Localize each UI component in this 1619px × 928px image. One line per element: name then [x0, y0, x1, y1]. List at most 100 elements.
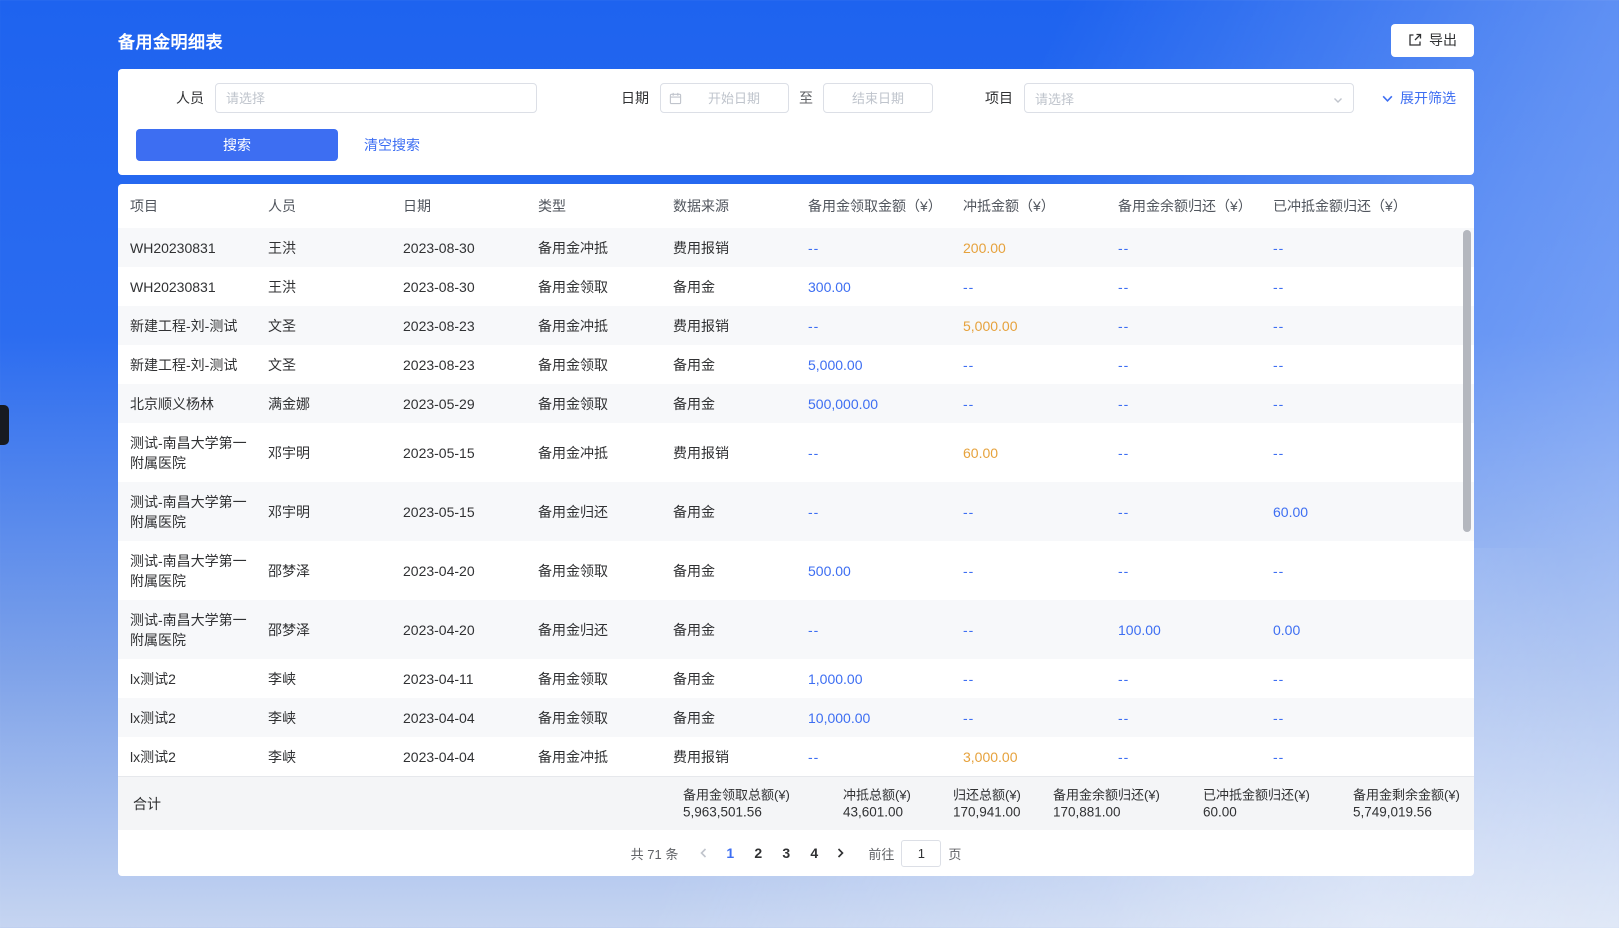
- cell-date: 2023-08-23: [391, 345, 526, 384]
- cell-person: 李峡: [256, 659, 391, 698]
- page-number-2[interactable]: 2: [744, 839, 772, 867]
- cell-balance-return: --: [1106, 659, 1261, 698]
- table-row[interactable]: lx测试2李峡2023-04-04备用金冲抵费用报销--3,000.00----: [118, 737, 1474, 776]
- cell-balance-return: --: [1106, 345, 1261, 384]
- goto-page-suffix: 页: [948, 844, 961, 863]
- cell-type: 备用金领取: [526, 345, 661, 384]
- cell-balance-return: --: [1106, 551, 1261, 590]
- expand-filters-link[interactable]: 展开筛选: [1381, 88, 1456, 108]
- cell-date: 2023-04-04: [391, 737, 526, 776]
- start-date-input[interactable]: [688, 91, 780, 106]
- cell-offset-return: --: [1261, 228, 1474, 267]
- column-header: 数据来源: [661, 196, 796, 216]
- cell-offset-return: --: [1261, 433, 1474, 472]
- cell-date: 2023-04-20: [391, 551, 526, 590]
- table-row[interactable]: WH20230831王洪2023-08-30备用金领取备用金300.00----…: [118, 267, 1474, 306]
- table-row[interactable]: 测试-南昌大学第一附属医院邓宇明2023-05-15备用金归还备用金------…: [118, 482, 1474, 541]
- page-title: 备用金明细表: [118, 28, 223, 53]
- cell-offset-return: --: [1261, 306, 1474, 345]
- cell-balance-return: --: [1106, 698, 1261, 737]
- cell-offset: --: [951, 267, 1106, 306]
- goto-label: 前往: [868, 844, 894, 863]
- table-row[interactable]: lx测试2李峡2023-04-11备用金领取备用金1,000.00------: [118, 659, 1474, 698]
- cell-offset-return: --: [1261, 698, 1474, 737]
- column-header: 备用金余额归还（¥）: [1106, 196, 1261, 216]
- project-filter-group: 项目 请选择: [985, 83, 1354, 113]
- summary-item-value: 60.00: [1203, 803, 1310, 821]
- end-date-picker[interactable]: [823, 83, 933, 113]
- cell-project: WH20230831: [118, 228, 256, 267]
- page-number-3[interactable]: 3: [772, 839, 800, 867]
- export-label: 导出: [1429, 30, 1457, 50]
- cell-type: 备用金领取: [526, 659, 661, 698]
- table-row[interactable]: lx测试2李峡2023-04-04备用金领取备用金10,000.00------: [118, 698, 1474, 737]
- date-filter-group: 日期 至: [621, 83, 933, 113]
- cell-person: 王洪: [256, 228, 391, 267]
- data-table-card: 项目人员日期类型数据来源备用金领取金额（¥）冲抵金额（¥）备用金余额归还（¥）已…: [118, 184, 1474, 876]
- table-row[interactable]: 测试-南昌大学第一附属医院邓宇明2023-05-15备用金冲抵费用报销--60.…: [118, 423, 1474, 482]
- person-select-input[interactable]: [215, 83, 537, 113]
- table-row[interactable]: 新建工程-刘-测试文圣2023-08-23备用金冲抵费用报销--5,000.00…: [118, 306, 1474, 345]
- cell-date: 2023-05-15: [391, 492, 526, 531]
- table-row[interactable]: 新建工程-刘-测试文圣2023-08-23备用金领取备用金5,000.00---…: [118, 345, 1474, 384]
- summary-item-label: 归还总额(¥): [953, 786, 1021, 803]
- table-row[interactable]: 北京顺义杨林满金娜2023-05-29备用金领取备用金500,000.00---…: [118, 384, 1474, 423]
- cell-offset: 200.00: [951, 228, 1106, 267]
- cell-date: 2023-04-04: [391, 698, 526, 737]
- cell-date: 2023-04-11: [391, 659, 526, 698]
- table-row[interactable]: WH20230831王洪2023-08-30备用金冲抵费用报销--200.00-…: [118, 228, 1474, 267]
- cell-person: 王洪: [256, 267, 391, 306]
- cell-person: 李峡: [256, 698, 391, 737]
- cell-receive: --: [796, 228, 951, 267]
- cell-receive: 10,000.00: [796, 698, 951, 737]
- cell-person: 邓宇明: [256, 433, 391, 472]
- cell-offset: --: [951, 698, 1106, 737]
- chevron-down-icon: [1332, 93, 1344, 111]
- goto-page-input[interactable]: [901, 840, 941, 867]
- summary-item-label: 备用金余额归还(¥): [1053, 786, 1160, 803]
- cell-source: 费用报销: [661, 737, 796, 776]
- previous-page-button[interactable]: [692, 839, 716, 867]
- column-header: 项目: [118, 196, 256, 216]
- cell-project: 北京顺义杨林: [118, 384, 256, 423]
- cell-date: 2023-05-29: [391, 384, 526, 423]
- start-date-picker[interactable]: [660, 83, 789, 113]
- cell-receive: 500.00: [796, 551, 951, 590]
- column-header: 日期: [391, 196, 526, 216]
- cell-balance-return: --: [1106, 384, 1261, 423]
- cell-source: 费用报销: [661, 228, 796, 267]
- side-drawer-handle[interactable]: [0, 405, 9, 445]
- search-button[interactable]: 搜索: [136, 129, 338, 161]
- cell-type: 备用金冲抵: [526, 737, 661, 776]
- cell-source: 备用金: [661, 345, 796, 384]
- column-header: 备用金领取金额（¥）: [796, 196, 951, 216]
- cell-receive: --: [796, 306, 951, 345]
- page-number-4[interactable]: 4: [800, 839, 828, 867]
- column-header: 类型: [526, 196, 661, 216]
- summary-item-value: 170,881.00: [1053, 803, 1160, 821]
- table-scrollbar-thumb[interactable]: [1463, 230, 1471, 532]
- summary-item-value: 5,749,019.56: [1353, 803, 1460, 821]
- clear-search-link[interactable]: 清空搜索: [364, 135, 420, 155]
- table-row[interactable]: 测试-南昌大学第一附属医院邵梦泽2023-04-20备用金领取备用金500.00…: [118, 541, 1474, 600]
- cell-offset: --: [951, 345, 1106, 384]
- column-header: 冲抵金额（¥）: [951, 196, 1106, 216]
- cell-receive: 500,000.00: [796, 384, 951, 423]
- project-select[interactable]: 请选择: [1024, 83, 1354, 113]
- cell-balance-return: 100.00: [1106, 610, 1261, 649]
- summary-item-label: 已冲抵金额归还(¥): [1203, 786, 1310, 803]
- page-number-1[interactable]: 1: [716, 839, 744, 867]
- table-row[interactable]: 测试-南昌大学第一附属医院邵梦泽2023-04-20备用金归还备用金----10…: [118, 600, 1474, 659]
- summary-item-value: 170,941.00: [953, 803, 1021, 821]
- date-range-separator: 至: [799, 88, 813, 108]
- end-date-input[interactable]: [832, 91, 924, 106]
- cell-receive: 300.00: [796, 267, 951, 306]
- goto-page-group: 前往 页: [868, 840, 961, 867]
- cell-project: 测试-南昌大学第一附属医院: [118, 423, 256, 482]
- summary-total-label: 合计: [133, 794, 161, 814]
- next-page-button[interactable]: [828, 839, 852, 867]
- cell-offset: --: [951, 492, 1106, 531]
- cell-offset: --: [951, 659, 1106, 698]
- calendar-icon: [669, 92, 682, 105]
- export-button[interactable]: 导出: [1391, 24, 1474, 57]
